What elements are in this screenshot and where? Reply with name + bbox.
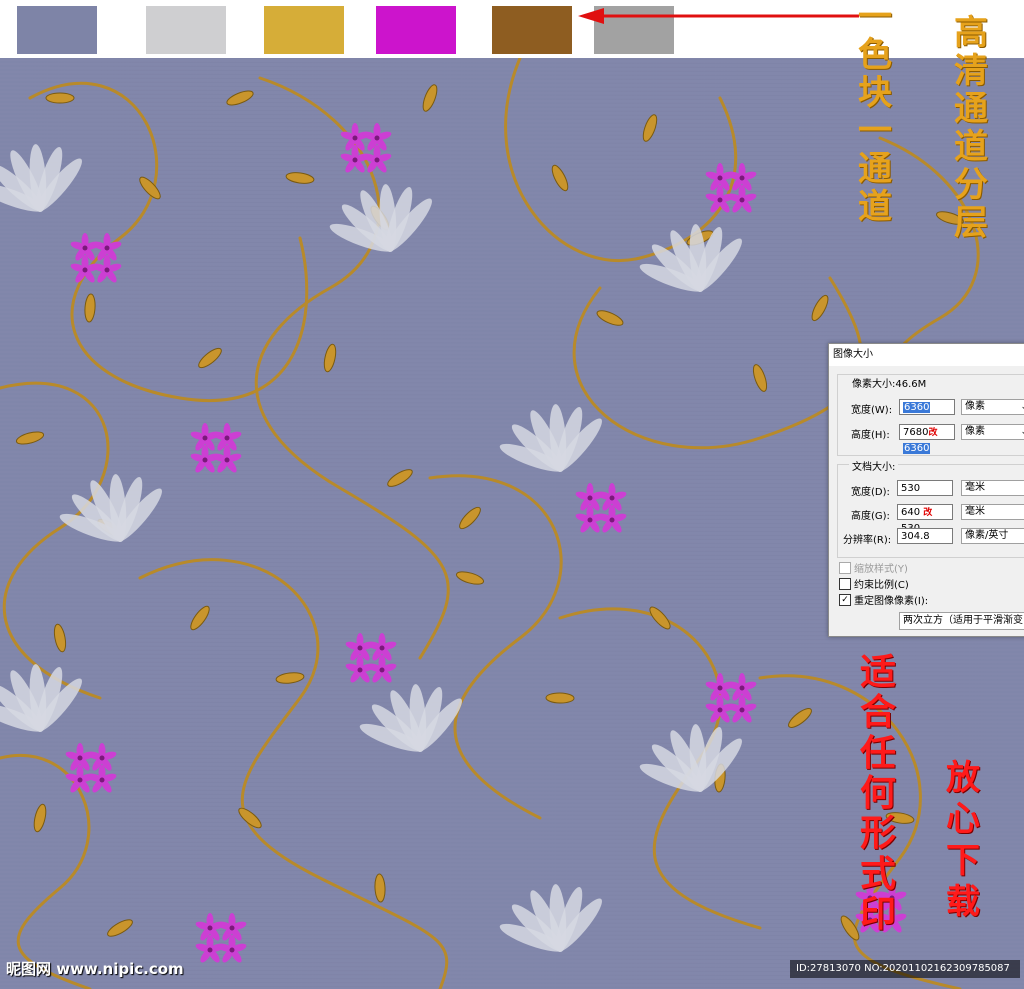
- doc-width-unit-select[interactable]: 毫米: [961, 480, 1024, 496]
- constrain-proportions-checkbox[interactable]: 约束比例(C): [839, 576, 909, 591]
- width-unit-select[interactable]: 像素⌄: [961, 399, 1024, 415]
- red-title-any-print: 适合任何形式印: [860, 651, 897, 935]
- red-arrow-icon: [578, 8, 859, 24]
- annotation-char: 任: [860, 731, 897, 774]
- color-swatch-3: [264, 6, 344, 54]
- doc-height-unit-select[interactable]: 毫米: [961, 504, 1024, 520]
- annotation-char: 通: [954, 89, 988, 130]
- checkbox-box: [839, 577, 851, 590]
- annotation-char: 形: [860, 812, 897, 855]
- annotation-char: 道: [954, 127, 988, 168]
- annotation-char: 适: [860, 651, 897, 693]
- checkbox-box: [839, 561, 851, 574]
- color-swatch-4: [376, 6, 456, 54]
- height-input[interactable]: 7680改6360: [899, 424, 955, 454]
- annotation-char: 合: [860, 691, 897, 734]
- color-swatch-2: [146, 6, 226, 54]
- chevron-down-icon: ⌄: [1020, 425, 1024, 439]
- resample-method-select[interactable]: 两次立方（适用于平滑渐变: [899, 612, 1024, 630]
- annotation-char: 印: [860, 892, 897, 935]
- height-label: 高度(H):: [851, 430, 890, 441]
- annotation-char: 层: [954, 203, 988, 244]
- width-label: 宽度(W):: [851, 405, 893, 416]
- annotation-char: 一: [858, 0, 892, 37]
- annotation-char: 分: [954, 165, 988, 206]
- doc-height-label: 高度(G):: [851, 511, 890, 522]
- doc-height-input[interactable]: 640 改 530: [897, 504, 953, 534]
- pixel-dimensions-label: 像素大小:46.6M: [849, 375, 930, 390]
- annotation-char: 块: [858, 73, 892, 114]
- height-unit-select[interactable]: 像素⌄: [961, 424, 1024, 440]
- chevron-down-icon: ⌄: [1020, 400, 1024, 414]
- annotation-char: 清: [954, 51, 988, 92]
- annotation-char: 何: [860, 771, 897, 814]
- doc-width-label: 宽度(D):: [851, 487, 890, 498]
- gold-title-one-color-one-channel: 一色块一通道: [858, 0, 892, 226]
- annotation-char: 放: [946, 758, 980, 798]
- checkmark-icon: ✓: [839, 593, 851, 606]
- annotation-char: 下: [946, 840, 980, 881]
- annotation-char: 载: [946, 882, 980, 923]
- color-swatch-5: [492, 6, 572, 54]
- scale-styles-checkbox[interactable]: 缩放样式(Y): [839, 560, 908, 575]
- red-title-download: 放心下载: [946, 758, 980, 924]
- annotation-char: 式: [860, 852, 897, 895]
- annotation-char: 一: [858, 111, 892, 152]
- annotation-char: 色: [858, 35, 892, 76]
- doc-width-input[interactable]: 530: [897, 480, 953, 496]
- dialog-title: 图像大小: [829, 344, 1024, 366]
- annotation-char: 通: [858, 149, 892, 190]
- gold-title-hd-channels: 高清通道分层: [954, 13, 988, 244]
- resolution-unit-select[interactable]: 像素/英寸: [961, 528, 1024, 544]
- color-swatch-1: [17, 6, 97, 54]
- image-size-dialog: 图像大小 像素大小:46.6M 宽度(W): 6360 像素⌄ 高度(H): 7…: [828, 343, 1024, 637]
- resample-image-checkbox[interactable]: ✓ 重定图像像素(I):: [839, 592, 928, 607]
- site-watermark: 昵图网 www.nipic.com: [6, 960, 184, 978]
- resolution-label: 分辨率(R):: [843, 535, 892, 546]
- annotation-char: 高: [954, 13, 988, 53]
- resolution-input[interactable]: 304.8: [897, 528, 953, 544]
- width-input[interactable]: 6360: [899, 399, 955, 415]
- annotation-char: 道: [858, 187, 892, 228]
- annotation-char: 心: [946, 799, 980, 840]
- document-size-label: 文档大小:: [849, 458, 899, 473]
- image-id-strip: ID:27813070 NO:20201102162309785087: [790, 960, 1020, 978]
